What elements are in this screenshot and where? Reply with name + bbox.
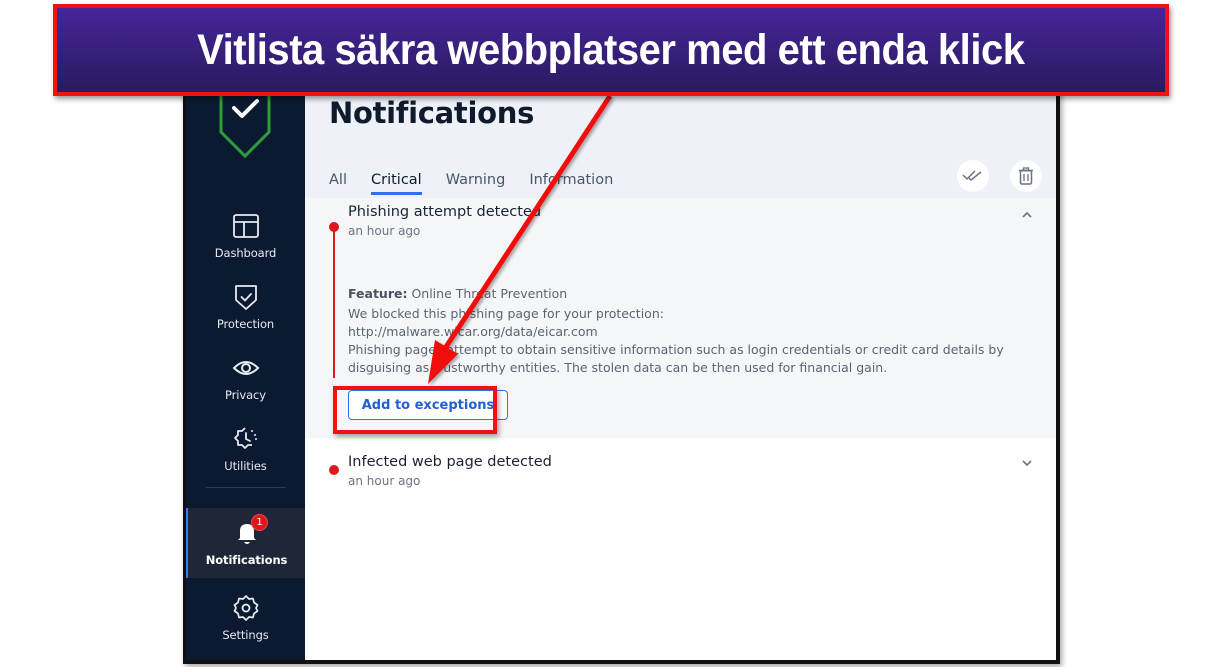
tab-warning[interactable]: Warning: [446, 172, 506, 188]
sidebar: Dashboard Protection Privacy Utilities 1…: [186, 90, 305, 660]
mark-all-read-icon: [962, 170, 982, 182]
chevron-down-icon[interactable]: [1020, 456, 1034, 470]
blocked-url: http://malware.wicar.org/data/eicar.com: [348, 324, 598, 339]
page-title: Notifications: [329, 96, 535, 130]
tab-all[interactable]: All: [329, 172, 347, 188]
main-panel: Notifications All Critical Warning Infor…: [305, 90, 1056, 660]
dashboard-icon: [232, 214, 259, 238]
sidebar-item-label: Settings: [222, 628, 269, 642]
sidebar-item-protection[interactable]: Protection: [186, 273, 305, 341]
sidebar-item-label: Utilities: [224, 459, 267, 473]
sidebar-item-notifications[interactable]: 1 Notifications: [186, 508, 305, 578]
shield-check-logo: [219, 90, 271, 159]
feature-value: Online Threat Prevention: [411, 286, 568, 301]
tab-critical[interactable]: Critical: [370, 172, 422, 195]
notification-title: Phishing attempt detected: [348, 204, 542, 220]
notification-item-collapsed[interactable]: Infected web page detected an hour ago: [305, 438, 1056, 498]
tab-information[interactable]: Information: [529, 172, 613, 188]
app-window: Dashboard Protection Privacy Utilities 1…: [183, 90, 1060, 664]
timeline-line: [333, 228, 335, 378]
critical-dot-icon: [329, 465, 339, 475]
page-header: Notifications All Critical Warning Infor…: [305, 90, 1056, 198]
banner-text: Vitlista säkra webbplatser med ett enda …: [197, 25, 1025, 74]
sidebar-item-utilities[interactable]: Utilities: [186, 415, 305, 483]
sidebar-item-privacy[interactable]: Privacy: [186, 344, 305, 412]
mark-all-read-button[interactable]: [957, 160, 989, 192]
feature-label: Feature:: [348, 286, 408, 301]
body-description: Phishing pages attempt to obtain sensiti…: [348, 342, 1004, 375]
notification-body: We blocked this phishing page for your p…: [348, 305, 1028, 377]
trash-icon: [1019, 167, 1033, 185]
notification-time: an hour ago: [348, 224, 421, 238]
utilities-icon: [233, 427, 257, 449]
gear-icon: [233, 595, 258, 621]
annotation-highlight-box: [333, 386, 497, 434]
tab-bar: All Critical Warning Information: [329, 172, 637, 195]
body-line: We blocked this phishing page for your p…: [348, 306, 664, 321]
delete-all-button[interactable]: [1010, 160, 1042, 192]
eye-icon: [232, 361, 259, 375]
sidebar-divider: [206, 487, 286, 488]
sidebar-item-label: Notifications: [205, 553, 288, 567]
sidebar-item-label: Protection: [216, 317, 275, 331]
shield-check-icon: [234, 285, 257, 310]
sidebar-item-dashboard[interactable]: Dashboard: [186, 202, 305, 270]
annotation-banner: Vitlista säkra webbplatser med ett enda …: [53, 4, 1169, 96]
notification-time: an hour ago: [348, 474, 421, 488]
chevron-up-icon[interactable]: [1020, 208, 1034, 222]
sidebar-item-label: Dashboard: [214, 246, 277, 260]
sidebar-item-label: Privacy: [225, 388, 266, 402]
notification-title: Infected web page detected: [348, 454, 552, 470]
notification-count-badge: 1: [251, 514, 268, 531]
feature-line: Feature: Online Threat Prevention: [348, 286, 567, 301]
sidebar-item-settings[interactable]: Settings: [186, 584, 305, 652]
